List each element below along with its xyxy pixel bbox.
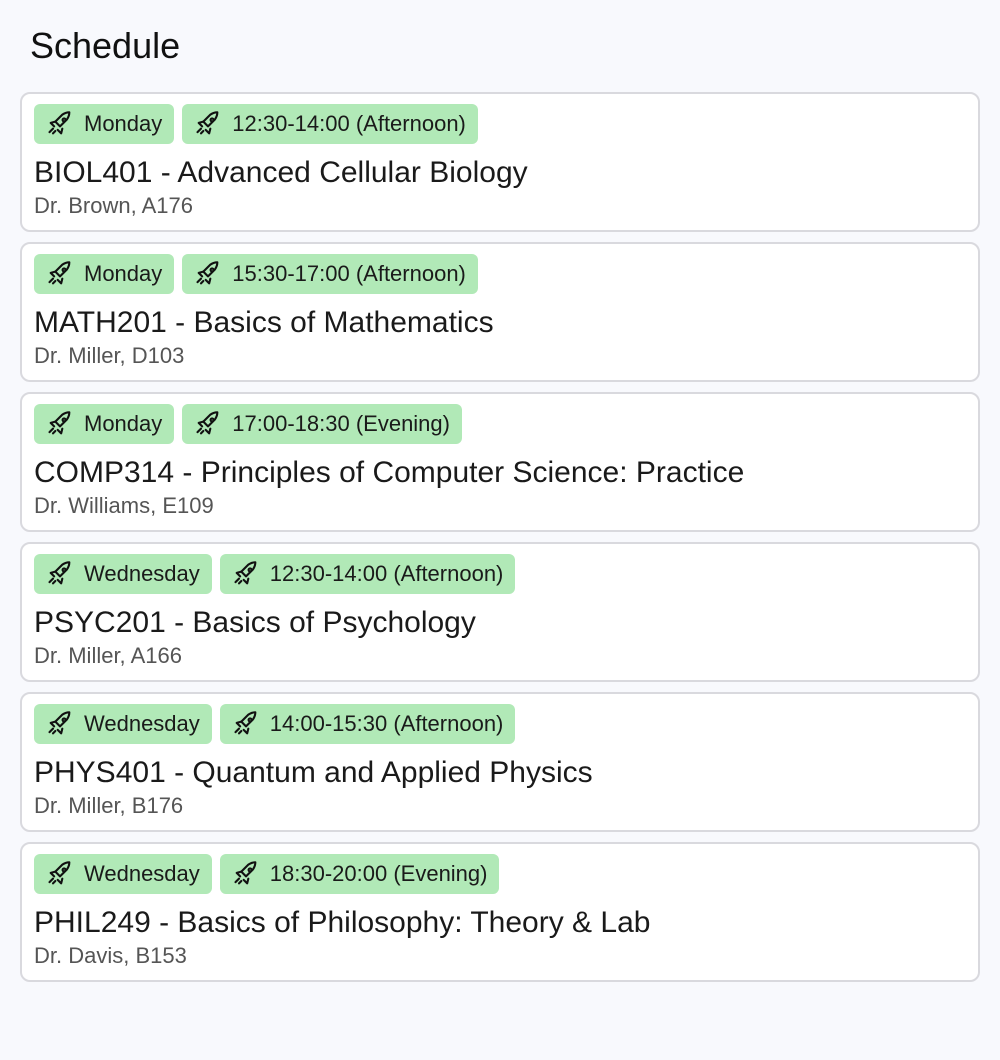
rocket-icon bbox=[46, 560, 74, 588]
time-tag: 17:00-18:30 (Evening) bbox=[182, 404, 462, 444]
course-title: MATH201 - Basics of Mathematics bbox=[34, 306, 494, 339]
rocket-icon bbox=[46, 110, 74, 138]
rocket-icon bbox=[232, 560, 260, 588]
day-tag: Wednesday bbox=[34, 854, 212, 894]
rocket-icon bbox=[194, 410, 222, 438]
course-card[interactable]: Monday 17:00-18:30 (Evening) COMP314 - P… bbox=[20, 392, 980, 532]
course-instructor-room: Dr. Williams, E109 bbox=[34, 493, 214, 518]
rocket-icon bbox=[46, 860, 74, 888]
time-tag: 12:30-14:00 (Afternoon) bbox=[182, 104, 478, 144]
course-title: BIOL401 - Advanced Cellular Biology bbox=[34, 156, 528, 189]
course-instructor-room: Dr. Miller, A166 bbox=[34, 643, 182, 668]
course-tags: Wednesday 18:30-20:00 (Evening) bbox=[34, 854, 966, 894]
day-tag: Monday bbox=[34, 404, 175, 444]
course-tags: Monday 15:30-17:00 (Afternoon) bbox=[34, 254, 966, 294]
time-tag: 12:30-14:00 (Afternoon) bbox=[219, 554, 516, 594]
time-label: 12:30-14:00 (Afternoon) bbox=[232, 111, 466, 136]
time-label: 18:30-20:00 (Evening) bbox=[269, 861, 488, 886]
rocket-icon bbox=[194, 110, 222, 138]
course-tags: Wednesday 12:30-14:00 (Afternoon) bbox=[34, 554, 966, 594]
course-instructor-room: Dr. Miller, D103 bbox=[34, 343, 185, 368]
day-tag: Monday bbox=[34, 254, 175, 294]
day-label: Wednesday bbox=[84, 711, 200, 736]
course-card[interactable]: Wednesday 12:30-14:00 (Afternoon) PSYC20… bbox=[20, 542, 980, 682]
day-tag: Monday bbox=[34, 104, 175, 144]
time-label: 15:30-17:00 (Afternoon) bbox=[232, 261, 466, 286]
course-title: PSYC201 - Basics of Psychology bbox=[34, 606, 476, 639]
course-card[interactable]: Monday 15:30-17:00 (Afternoon) MATH201 -… bbox=[20, 242, 980, 382]
time-tag: 14:00-15:30 (Afternoon) bbox=[219, 704, 516, 744]
course-card[interactable]: Wednesday 14:00-15:30 (Afternoon) PHYS40… bbox=[20, 692, 980, 832]
course-card[interactable]: Monday 12:30-14:00 (Afternoon) BIOL401 -… bbox=[20, 92, 980, 232]
time-label: 17:00-18:30 (Evening) bbox=[232, 411, 450, 436]
rocket-icon bbox=[232, 860, 260, 888]
rocket-icon bbox=[194, 260, 222, 288]
day-label: Monday bbox=[84, 111, 163, 136]
course-title: PHYS401 - Quantum and Applied Physics bbox=[34, 756, 593, 789]
time-tag: 18:30-20:00 (Evening) bbox=[219, 854, 500, 894]
course-tags: Monday 17:00-18:30 (Evening) bbox=[34, 404, 966, 444]
course-title: PHIL249 - Basics of Philosophy: Theory &… bbox=[34, 906, 651, 939]
day-label: Monday bbox=[84, 411, 163, 436]
course-instructor-room: Dr. Davis, B153 bbox=[34, 943, 187, 968]
time-label: 12:30-14:00 (Afternoon) bbox=[269, 561, 504, 586]
time-tag: 15:30-17:00 (Afternoon) bbox=[182, 254, 478, 294]
page-title: Schedule bbox=[30, 25, 181, 66]
course-instructor-room: Dr. Miller, B176 bbox=[34, 793, 184, 818]
day-tag: Wednesday bbox=[34, 554, 212, 594]
rocket-icon bbox=[46, 410, 74, 438]
day-tag: Wednesday bbox=[34, 704, 212, 744]
day-label: Wednesday bbox=[84, 861, 200, 886]
schedule-page: Schedule Monday 12:30-14:00 (Afternoon) … bbox=[0, 0, 1000, 982]
rocket-icon bbox=[46, 260, 74, 288]
day-label: Monday bbox=[84, 261, 163, 286]
rocket-icon bbox=[232, 710, 260, 738]
course-title: COMP314 - Principles of Computer Science… bbox=[34, 456, 745, 489]
course-tags: Wednesday 14:00-15:30 (Afternoon) bbox=[34, 704, 966, 744]
rocket-icon bbox=[46, 710, 74, 738]
course-list: Monday 12:30-14:00 (Afternoon) BIOL401 -… bbox=[20, 92, 980, 982]
course-tags: Monday 12:30-14:00 (Afternoon) bbox=[34, 104, 966, 144]
day-label: Wednesday bbox=[84, 561, 200, 586]
course-card[interactable]: Wednesday 18:30-20:00 (Evening) PHIL249 … bbox=[20, 842, 980, 982]
time-label: 14:00-15:30 (Afternoon) bbox=[269, 711, 504, 736]
course-instructor-room: Dr. Brown, A176 bbox=[34, 193, 193, 218]
